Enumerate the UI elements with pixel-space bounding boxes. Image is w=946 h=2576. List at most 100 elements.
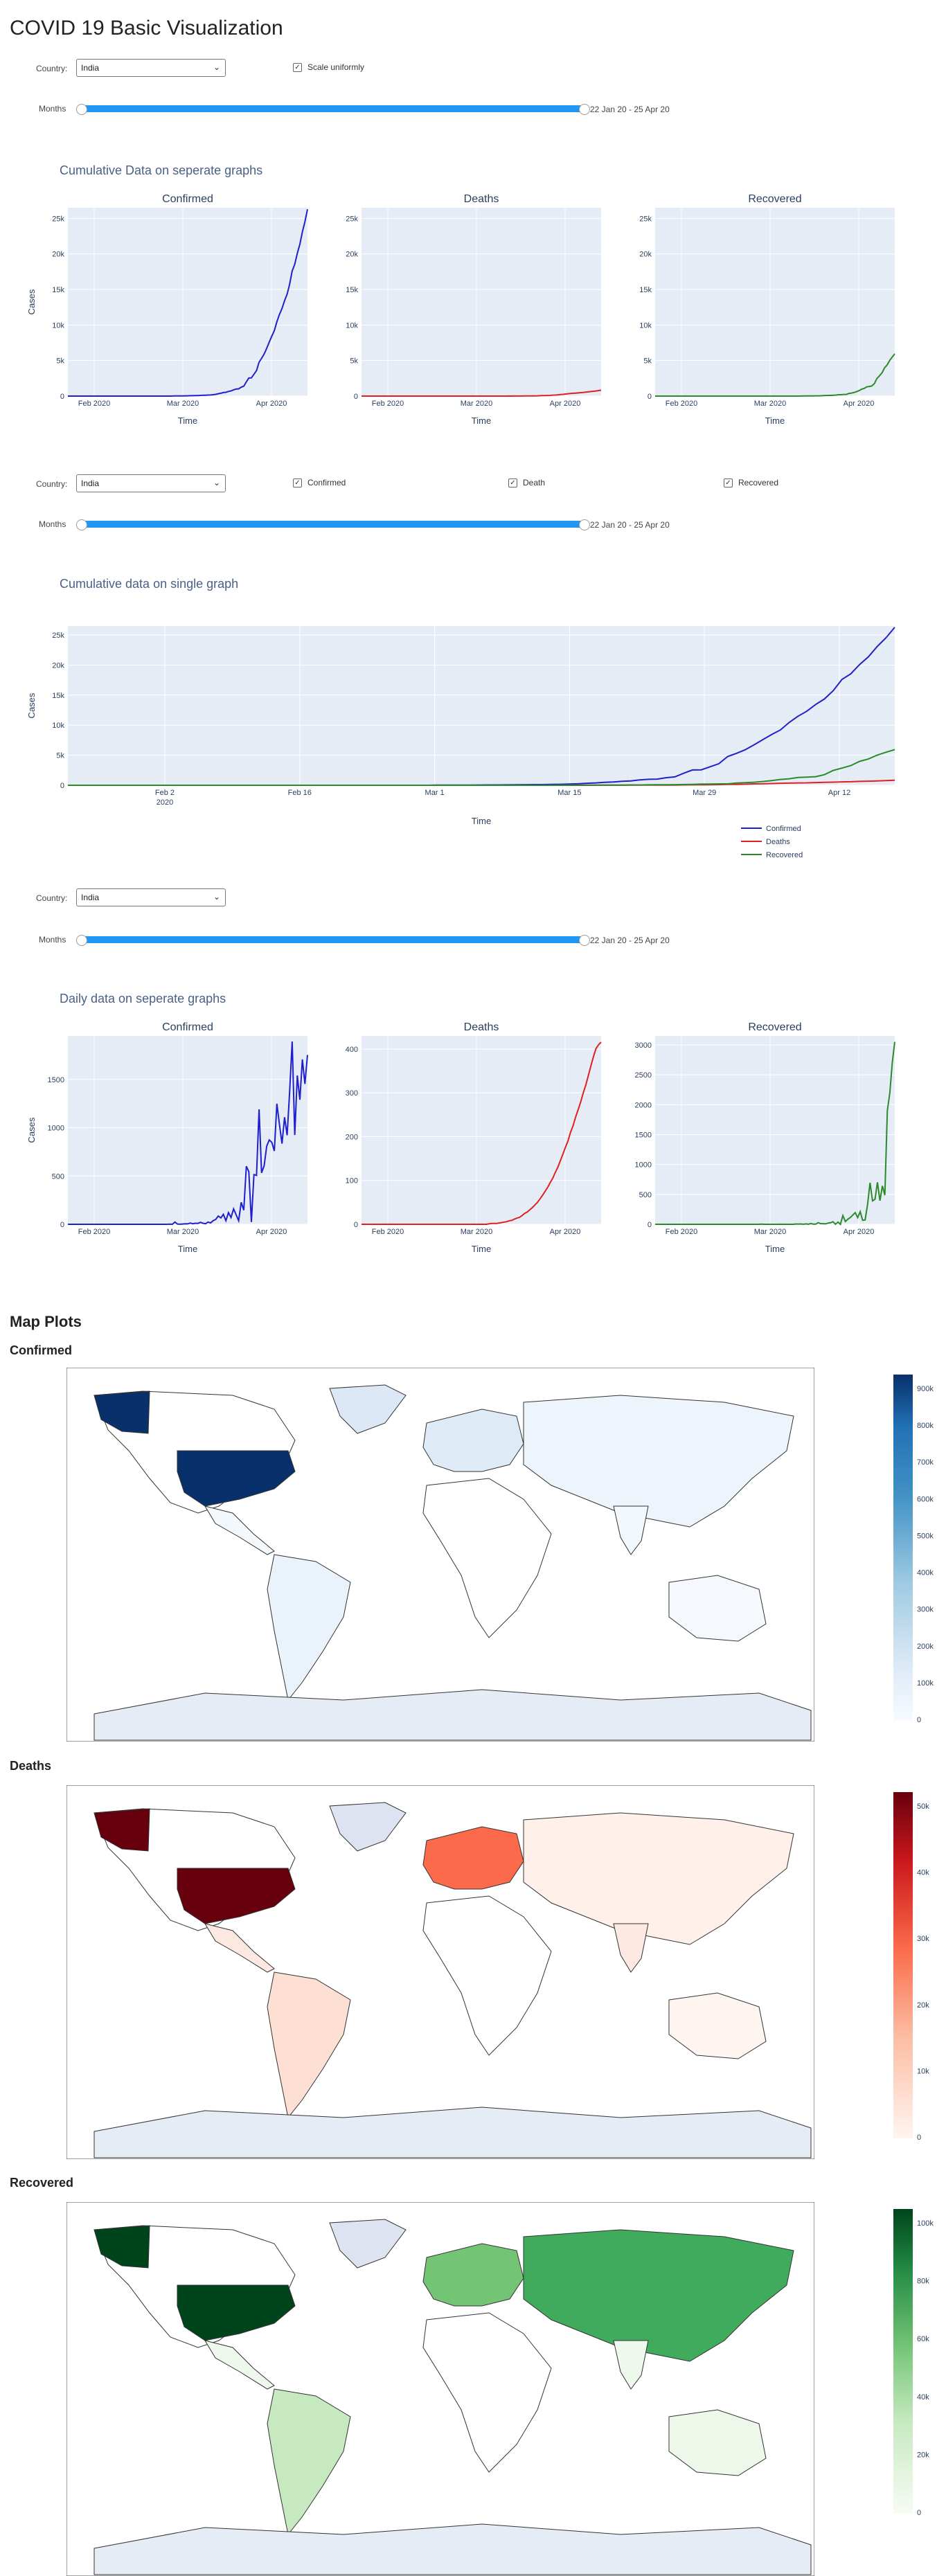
x-tick-label: Apr 2020: [256, 1228, 287, 1236]
x-tick-label: Mar 2020: [167, 1228, 199, 1236]
legend-label: Recovered: [766, 851, 803, 859]
country-select[interactable]: India ⌄: [76, 474, 226, 492]
colorbar-tick-label: 40k: [917, 1869, 929, 1877]
colorbar-gradient: [893, 1375, 913, 1721]
x-axis-label: Time: [178, 415, 197, 426]
chart-title: Deaths: [464, 1021, 499, 1033]
x-tick-label: Feb 2020: [372, 1228, 404, 1236]
recovered-checkbox-label: Recovered: [738, 478, 779, 488]
scale-uniformly-checkbox[interactable]: ✓ Scale uniformly: [293, 62, 365, 73]
x-tick-label: Feb 2020: [666, 400, 697, 408]
confirmed-checkbox-label: Confirmed: [307, 478, 346, 488]
months-label: Months: [39, 519, 66, 529]
cumulative-single-chart: 0 5k 10k 15k 20k 25k Feb 22020 Feb 16 Mar 1 Mar 1…: [26, 626, 895, 859]
y-tick-label: 400: [346, 1046, 358, 1054]
map-deaths[interactable]: [66, 1785, 814, 2159]
y-tick-label: 10k: [52, 321, 64, 330]
x-tick-label: Apr 2020: [550, 400, 581, 408]
section-title-cumulative-single: Cumulative data on single graph: [60, 577, 239, 591]
chart-cumulative-recovered: 0 5k 10k 15k 20k 25k Feb 2020 Mar 2020 Apr 2020 R…: [639, 193, 895, 426]
y-tick-label: 5k: [350, 357, 358, 366]
x-axis-label: Time: [765, 415, 785, 426]
x-axis-label: Time: [765, 1244, 785, 1254]
x-tick-label: Feb 2020: [372, 400, 404, 408]
y-axis-label: Cases: [26, 692, 37, 718]
map-deaths-heading: Deaths: [10, 1759, 52, 1773]
months-slider-end-handle[interactable]: [579, 935, 590, 946]
y-tick-label: 25k: [52, 632, 64, 640]
chart-title: Recovered: [748, 1021, 801, 1033]
y-tick-label: 25k: [639, 215, 652, 223]
death-checkbox-label: Death: [523, 478, 546, 488]
map-confirmed[interactable]: [66, 1368, 814, 1742]
chevron-down-icon: ⌄: [213, 62, 220, 72]
country-select[interactable]: India ⌄: [76, 59, 226, 77]
colorbar-tick-label: 0: [917, 2509, 921, 2517]
months-label: Months: [39, 935, 66, 945]
months-range-label: 22 Jan 20 - 25 Apr 20: [590, 105, 670, 114]
x-tick-label: Feb 2020: [78, 400, 110, 408]
map-confirmed-heading: Confirmed: [10, 1343, 72, 1357]
months-slider-end-handle[interactable]: [579, 519, 590, 530]
months-slider-start-handle[interactable]: [76, 935, 87, 946]
chart-daily-confirmed: 0 500 1000 1500 Feb 2020 Mar 2020 Apr 2020 Conf…: [26, 1021, 308, 1254]
y-tick-label: 20k: [52, 661, 64, 670]
confirmed-checkbox[interactable]: ✓ Confirmed: [293, 478, 346, 488]
colorbar-tick-label: 0: [917, 2134, 921, 2142]
x-tick-label: Feb 2020: [666, 1228, 697, 1236]
checkbox-check-icon: ✓: [724, 478, 733, 488]
map-recovered[interactable]: [66, 2202, 814, 2576]
months-label: Months: [39, 104, 66, 114]
chart-daily-recovered: 0 500 1000 1500 2000 2500 3000 Feb 2020 Mar 2020…: [635, 1021, 895, 1254]
y-tick-label: 0: [648, 393, 652, 401]
chart-title: Deaths: [464, 193, 499, 205]
months-slider-end-handle[interactable]: [579, 104, 590, 115]
months-slider-start-handle[interactable]: [76, 104, 87, 115]
colorbar-tick-label: 100k: [917, 1679, 934, 1688]
y-tick-label: 0: [60, 782, 64, 790]
x-tick-label: Feb 2020: [78, 1228, 110, 1236]
colorbar-tick-label: 20k: [917, 2451, 929, 2459]
y-tick-label: 500: [52, 1172, 64, 1181]
y-tick-label: 25k: [346, 215, 358, 223]
months-slider-track[interactable]: [80, 521, 583, 528]
y-tick-label: 5k: [56, 752, 64, 760]
y-tick-label: 2500: [635, 1071, 652, 1080]
colorbar-gradient: [893, 2209, 913, 2514]
plot-area: [68, 626, 895, 785]
colorbar-tick-label: 200k: [917, 1643, 934, 1651]
x-tick-label: Mar 2020: [754, 400, 786, 408]
y-tick-label: 1500: [48, 1076, 64, 1084]
chart-cumulative-deaths: 0 5k 10k 15k 20k 25k Feb 2020 Mar 2020 Apr 2020 D…: [346, 193, 602, 426]
months-slider-start-handle[interactable]: [76, 519, 87, 530]
x-tick-label: Mar 2020: [461, 400, 492, 408]
y-tick-label: 0: [648, 1221, 652, 1229]
y-tick-label: 15k: [639, 286, 652, 294]
y-tick-label: 10k: [52, 722, 64, 730]
colorbar-tick-label: 100k: [917, 2219, 934, 2228]
y-tick-label: 20k: [639, 251, 652, 259]
y-tick-label: 20k: [346, 251, 358, 259]
scale-uniformly-label: Scale uniformly: [307, 62, 365, 72]
country-label: Country:: [36, 893, 68, 903]
chart-title: Confirmed: [162, 193, 213, 205]
colorbar-tick-label: 900k: [917, 1385, 934, 1393]
country-select[interactable]: India ⌄: [76, 888, 226, 906]
colorbar-tick-label: 10k: [917, 2067, 929, 2075]
x-tick-label: Feb 2: [155, 789, 175, 797]
months-slider-track[interactable]: [80, 936, 583, 943]
chart-daily-deaths: 0 100 200 300 400 Feb 2020 Mar 2020 Apr 2020 Dea…: [346, 1021, 602, 1254]
y-tick-label: 5k: [643, 357, 652, 366]
recovered-checkbox[interactable]: ✓ Recovered: [724, 478, 778, 488]
colorbar-tick-label: 0: [917, 1716, 921, 1724]
colorbar-tick-label: 40k: [917, 2393, 929, 2401]
death-checkbox[interactable]: ✓ Death: [508, 478, 545, 488]
months-slider-track[interactable]: [80, 105, 583, 112]
x-tick-label: Apr 12: [828, 789, 850, 797]
cumulative-separate-charts: 0 5k 10k 15k 20k 25k Feb 2020 Mar 2020 Apr 2020 C…: [26, 193, 895, 426]
chart-title: Recovered: [748, 193, 801, 205]
colorbar-tick-label: 600k: [917, 1495, 934, 1503]
x-tick-label: 2020: [157, 798, 173, 807]
colorbar-recovered: 0 20k 40k 60k 80k 100k: [893, 2209, 934, 2517]
y-tick-label: 15k: [52, 286, 64, 294]
